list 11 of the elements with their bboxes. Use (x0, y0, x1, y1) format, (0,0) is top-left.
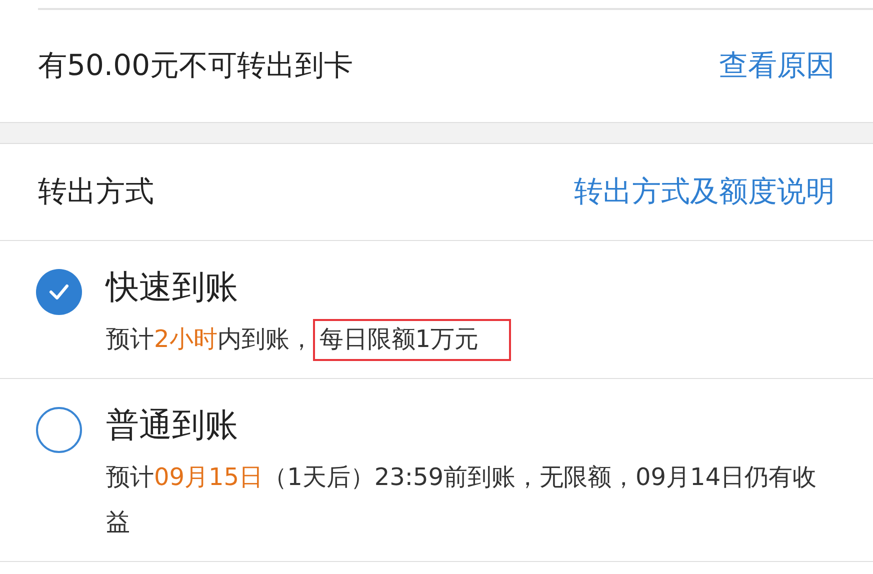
option-title: 快速到账 (106, 266, 239, 308)
view-reason-link[interactable]: 查看原因 (719, 46, 835, 86)
radio-button[interactable] (36, 269, 82, 315)
radio-button[interactable] (36, 407, 82, 453)
option-description: 预计2小时内到账， 每日限额1万元 (106, 317, 822, 362)
option-title: 普通到账 (106, 404, 239, 446)
check-icon (48, 283, 70, 301)
section-title: 转出方式 (38, 173, 154, 210)
limit-info-link[interactable]: 转出方式及额度说明 (574, 172, 835, 212)
option-description: 预计09月15日（1天后）23:59前到账，无限额，09月14日仍有收益 (106, 462, 818, 538)
notice-text: 有50.00元不可转出到卡 (38, 47, 354, 84)
